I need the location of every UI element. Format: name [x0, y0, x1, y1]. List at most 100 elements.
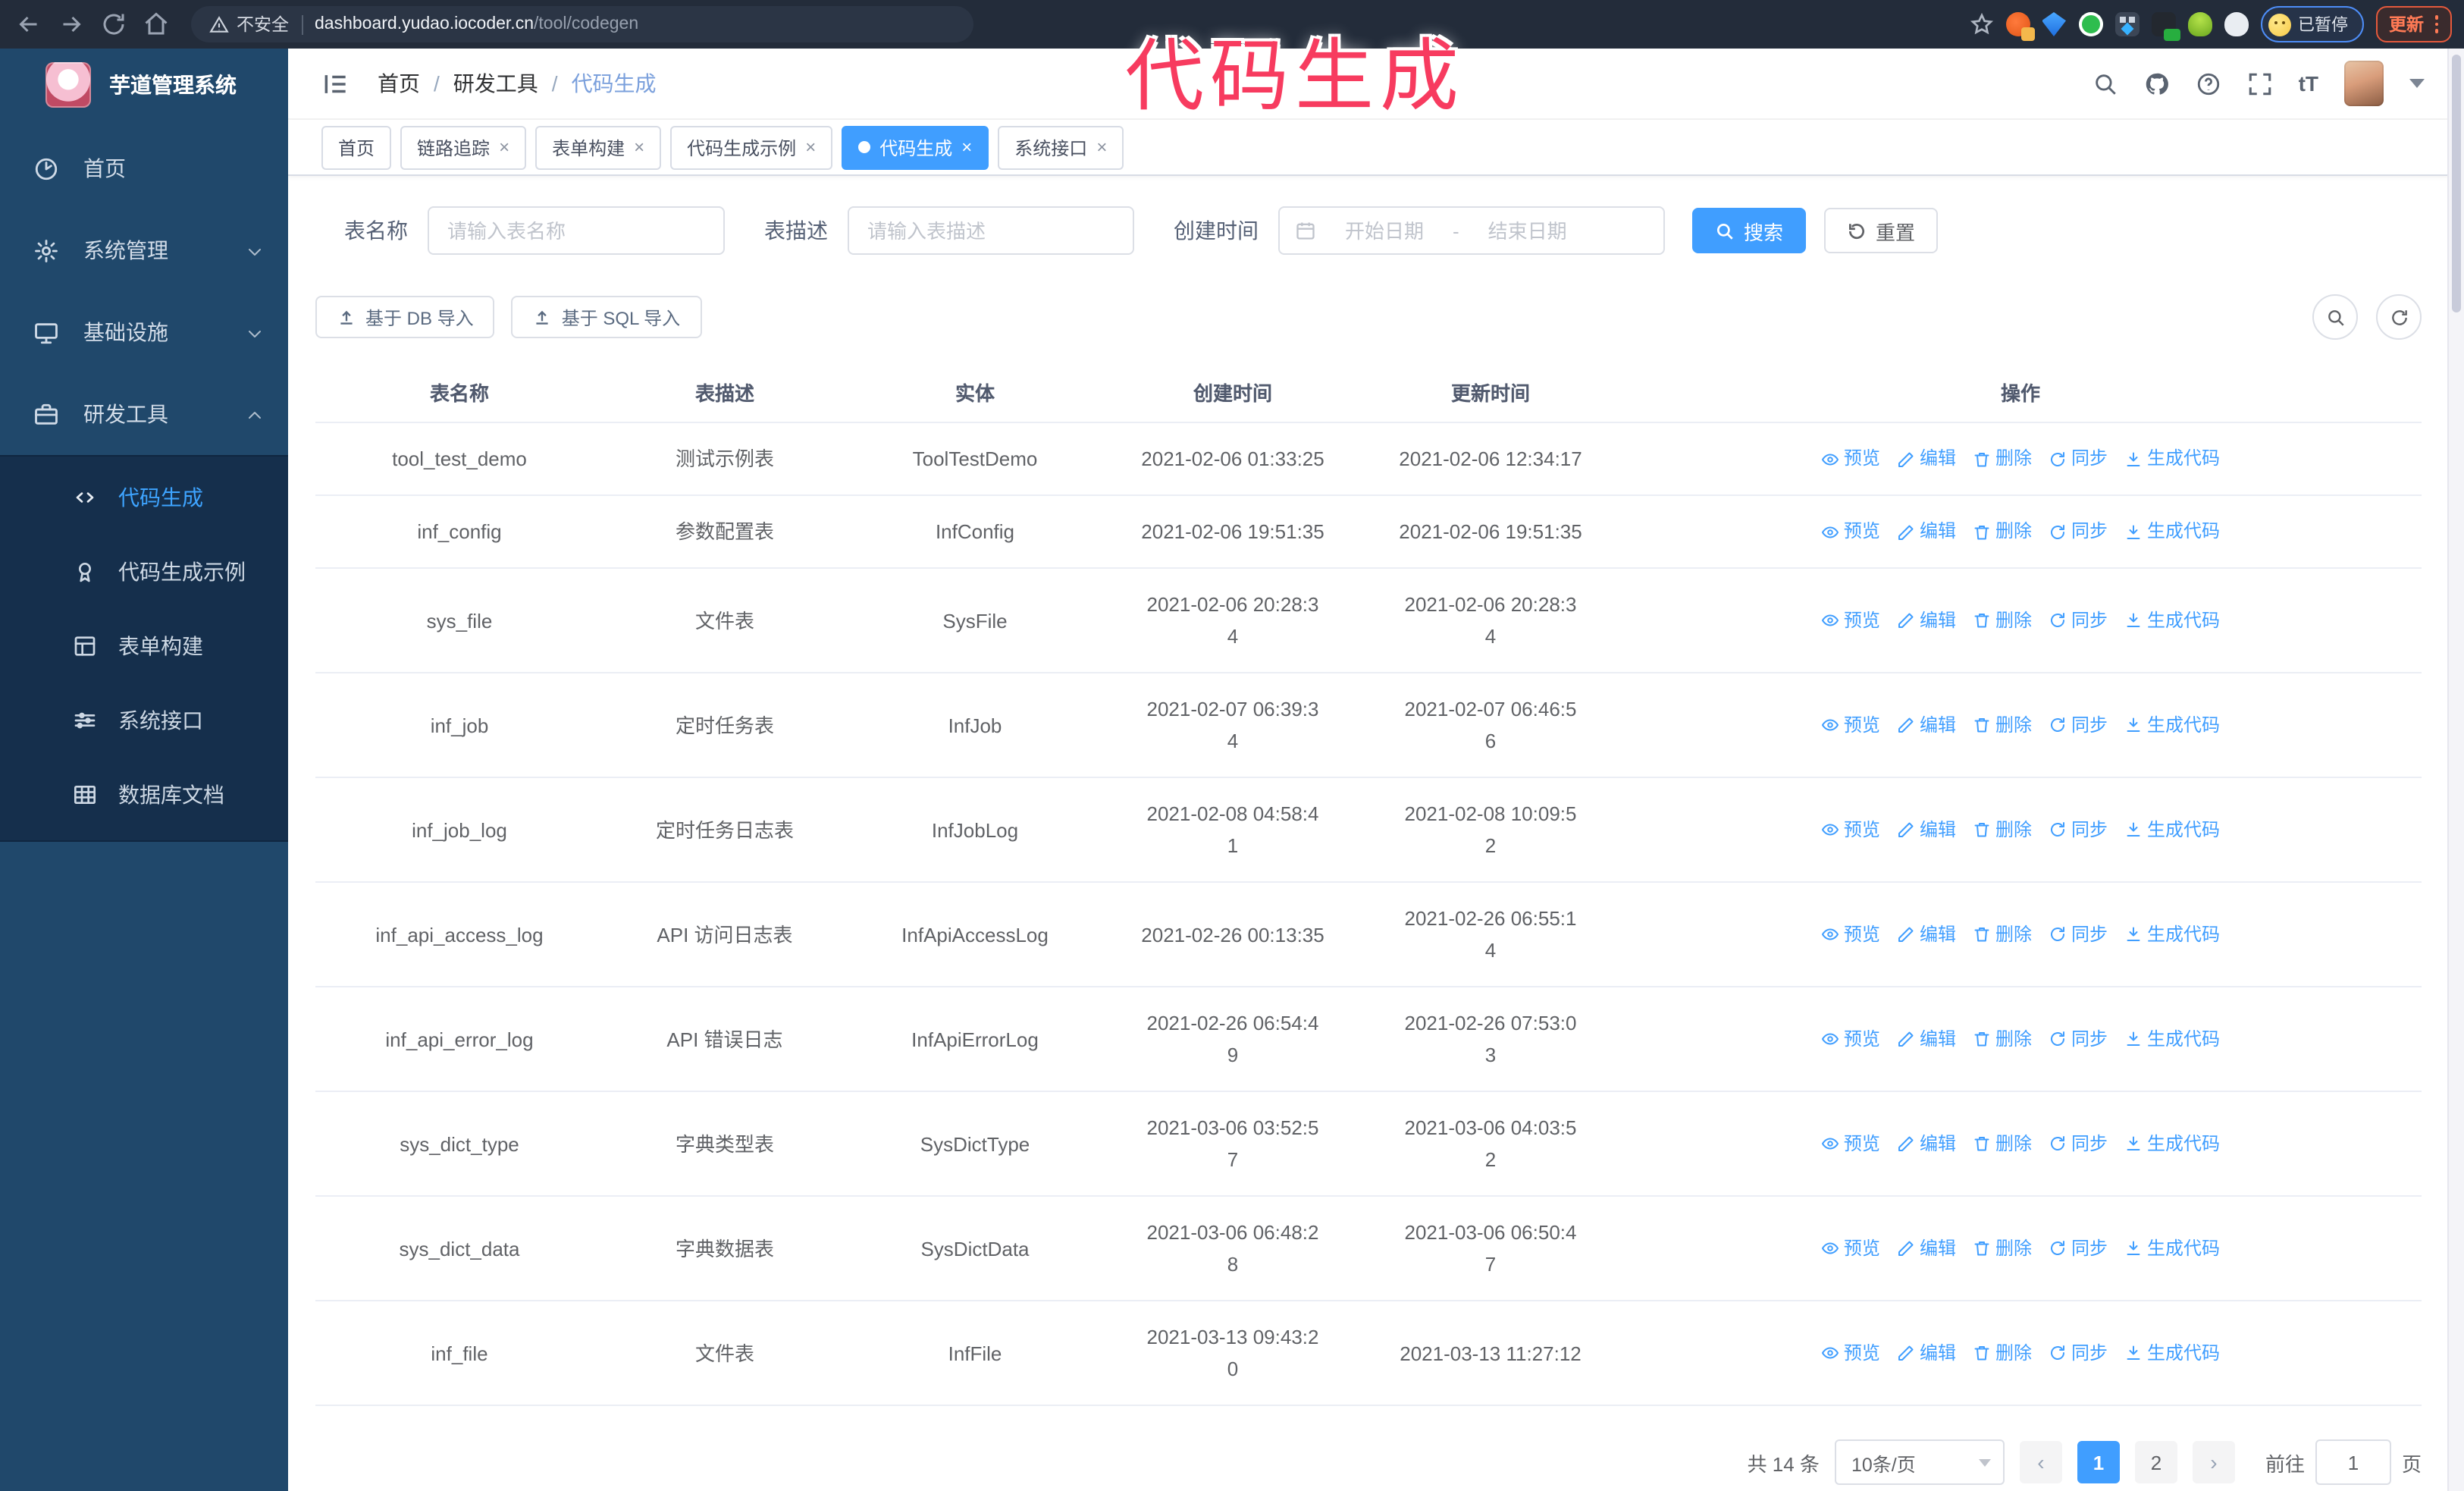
action-sync[interactable]: 同步: [2049, 814, 2108, 846]
action-generate[interactable]: 生成代码: [2124, 443, 2220, 475]
action-edit[interactable]: 编辑: [1897, 443, 1956, 475]
extension-icon[interactable]: [2224, 12, 2248, 36]
page-button-1[interactable]: 1: [2077, 1441, 2120, 1483]
tab-链路追踪[interactable]: 链路追踪 ×: [400, 125, 527, 169]
scrollbar[interactable]: [2447, 49, 2464, 1491]
action-preview[interactable]: 预览: [1821, 1232, 1880, 1264]
sidebar-item-研发工具[interactable]: 研发工具: [0, 373, 288, 455]
breadcrumb-item[interactable]: 首页: [378, 68, 420, 99]
action-edit[interactable]: 编辑: [1897, 709, 1956, 741]
action-edit[interactable]: 编辑: [1897, 604, 1956, 636]
action-sync[interactable]: 同步: [2049, 1128, 2108, 1160]
extension-icon[interactable]: [2078, 12, 2102, 36]
tab-表单构建[interactable]: 表单构建 ×: [535, 125, 662, 169]
action-preview[interactable]: 预览: [1821, 1023, 1880, 1055]
action-delete[interactable]: 删除: [1973, 918, 2032, 950]
table-name-input[interactable]: [428, 206, 725, 255]
font-size-icon[interactable]: tT: [2299, 71, 2318, 96]
action-edit[interactable]: 编辑: [1897, 516, 1956, 548]
action-sync[interactable]: 同步: [2049, 709, 2108, 741]
table-desc-input[interactable]: [848, 206, 1134, 255]
action-edit[interactable]: 编辑: [1897, 814, 1956, 846]
page-button-2[interactable]: 2: [2134, 1441, 2177, 1483]
sidebar-item-系统接口[interactable]: 系统接口: [0, 683, 288, 757]
action-delete[interactable]: 删除: [1973, 443, 2032, 475]
reset-button[interactable]: 重置: [1824, 208, 1939, 253]
action-sync[interactable]: 同步: [2049, 443, 2108, 475]
reload-icon[interactable]: [100, 11, 127, 38]
date-end-input[interactable]: [1468, 218, 1587, 243]
fullscreen-icon[interactable]: [2247, 71, 2273, 96]
extension-icon[interactable]: [2114, 12, 2139, 36]
action-sync[interactable]: 同步: [2049, 604, 2108, 636]
action-edit[interactable]: 编辑: [1897, 1128, 1956, 1160]
prev-page-button[interactable]: ‹: [2019, 1441, 2062, 1483]
action-preview[interactable]: 预览: [1821, 516, 1880, 548]
close-icon[interactable]: ×: [499, 138, 509, 156]
tab-代码生成[interactable]: 代码生成 ×: [842, 125, 989, 169]
action-edit[interactable]: 编辑: [1897, 918, 1956, 950]
sidebar-item-首页[interactable]: 首页: [0, 127, 288, 209]
chevron-down-icon[interactable]: [2409, 79, 2425, 88]
hamburger-icon[interactable]: [321, 69, 350, 98]
action-generate[interactable]: 生成代码: [2124, 814, 2220, 846]
action-preview[interactable]: 预览: [1821, 814, 1880, 846]
close-icon[interactable]: ×: [805, 138, 816, 156]
extension-icon[interactable]: [2187, 12, 2212, 36]
tab-系统接口[interactable]: 系统接口 ×: [998, 125, 1124, 169]
action-sync[interactable]: 同步: [2049, 918, 2108, 950]
avatar[interactable]: [2344, 61, 2384, 106]
action-preview[interactable]: 预览: [1821, 1337, 1880, 1369]
action-generate[interactable]: 生成代码: [2124, 709, 2220, 741]
scrollbar-thumb[interactable]: [2451, 55, 2460, 312]
action-delete[interactable]: 删除: [1973, 604, 2032, 636]
action-generate[interactable]: 生成代码: [2124, 1337, 2220, 1369]
profile-paused-badge[interactable]: 已暂停: [2260, 6, 2363, 42]
forward-icon[interactable]: [58, 11, 85, 38]
sidebar-item-系统管理[interactable]: 系统管理: [0, 209, 288, 291]
action-generate[interactable]: 生成代码: [2124, 1232, 2220, 1264]
browser-update-button[interactable]: 更新: [2375, 6, 2452, 42]
action-edit[interactable]: 编辑: [1897, 1337, 1956, 1369]
search-button[interactable]: 搜索: [1692, 208, 1807, 253]
action-delete[interactable]: 删除: [1973, 709, 2032, 741]
action-generate[interactable]: 生成代码: [2124, 1023, 2220, 1055]
action-delete[interactable]: 删除: [1973, 814, 2032, 846]
tab-首页[interactable]: 首页: [321, 125, 392, 169]
action-preview[interactable]: 预览: [1821, 1128, 1880, 1160]
action-preview[interactable]: 预览: [1821, 604, 1880, 636]
tab-代码生成示例[interactable]: 代码生成示例 ×: [670, 125, 833, 169]
import-sql-button[interactable]: 基于 SQL 导入: [511, 296, 702, 338]
action-generate[interactable]: 生成代码: [2124, 604, 2220, 636]
sidebar-item-数据库文档[interactable]: 数据库文档: [0, 757, 288, 831]
action-generate[interactable]: 生成代码: [2124, 516, 2220, 548]
extension-icon[interactable]: [2151, 12, 2180, 41]
close-icon[interactable]: ×: [961, 138, 972, 156]
action-sync[interactable]: 同步: [2049, 516, 2108, 548]
help-icon[interactable]: [2196, 71, 2221, 96]
page-size-select[interactable]: 10条/页: [1834, 1439, 2005, 1485]
back-icon[interactable]: [15, 11, 42, 38]
action-delete[interactable]: 删除: [1973, 1232, 2032, 1264]
action-delete[interactable]: 删除: [1973, 516, 2032, 548]
close-icon[interactable]: ×: [1096, 138, 1107, 156]
date-start-input[interactable]: [1325, 218, 1444, 243]
refresh-table-button[interactable]: [2376, 294, 2422, 340]
search-icon[interactable]: [2093, 71, 2118, 96]
app-logo-row[interactable]: 芋道管理系统: [0, 49, 288, 121]
action-edit[interactable]: 编辑: [1897, 1232, 1956, 1264]
action-delete[interactable]: 删除: [1973, 1128, 2032, 1160]
home-icon[interactable]: [143, 11, 170, 38]
breadcrumb-item[interactable]: 研发工具: [453, 68, 538, 99]
next-page-button[interactable]: ›: [2192, 1441, 2235, 1483]
action-sync[interactable]: 同步: [2049, 1337, 2108, 1369]
action-generate[interactable]: 生成代码: [2124, 1128, 2220, 1160]
sidebar-item-表单构建[interactable]: 表单构建: [0, 608, 288, 683]
action-edit[interactable]: 编辑: [1897, 1023, 1956, 1055]
date-range-picker[interactable]: -: [1278, 206, 1665, 255]
sidebar-item-代码生成示例[interactable]: 代码生成示例: [0, 534, 288, 608]
goto-page-input[interactable]: [2315, 1439, 2391, 1485]
sidebar-item-基础设施[interactable]: 基础设施: [0, 291, 288, 373]
sidebar-item-代码生成[interactable]: 代码生成: [0, 460, 288, 534]
action-sync[interactable]: 同步: [2049, 1232, 2108, 1264]
